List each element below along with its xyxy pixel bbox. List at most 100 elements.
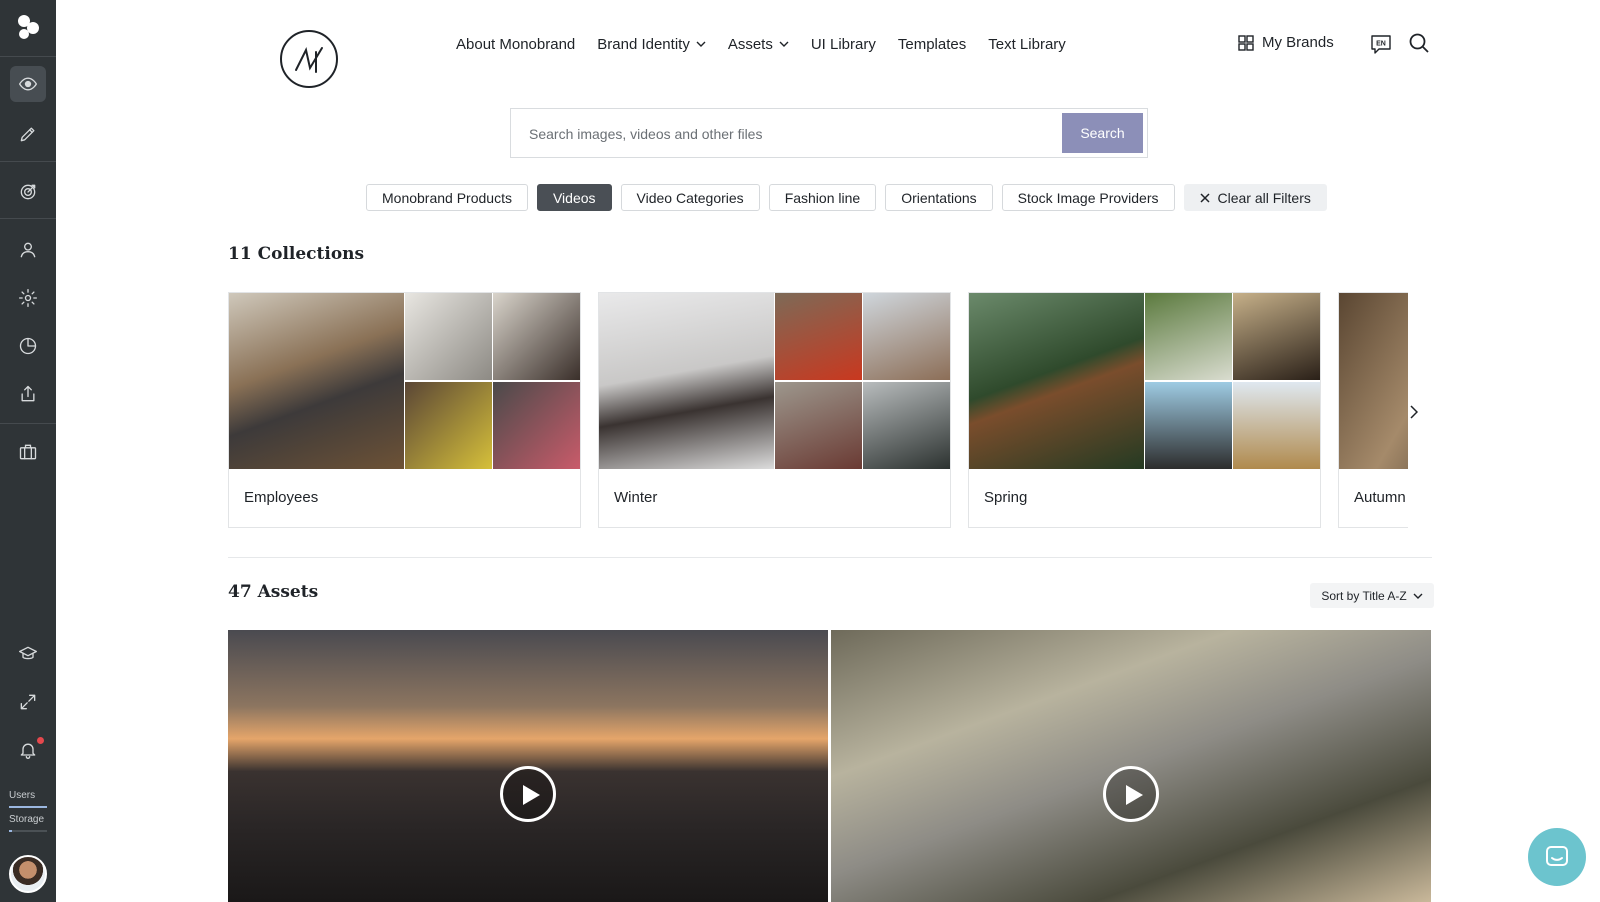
collection-image [969,293,1144,469]
sidebar-item-share[interactable] [10,376,46,412]
my-brands-button[interactable]: My Brands [1238,34,1334,51]
nav-ui-library[interactable]: UI Library [811,34,876,54]
storage-meter-label: Storage [9,814,45,825]
carousel-next-button[interactable] [1406,400,1422,424]
chat-launcher-button[interactable] [1528,828,1586,886]
nav-label: Assets [727,35,773,53]
asset-video-sunset-lake[interactable] [228,630,828,902]
play-icon [523,785,540,805]
collection-card-autumn[interactable]: Autumn [1338,292,1408,528]
sidebar-item-analytics[interactable] [10,328,46,364]
collections-carousel: Employees Winter Spring Autumn [228,292,1408,528]
collection-image [775,293,862,380]
collection-card-employees[interactable]: Employees [228,292,581,528]
language-chat-icon: EN [1371,35,1391,54]
language-code: EN [1376,41,1386,48]
filter-chips: Monobrand Products Videos Video Categori… [366,184,1327,211]
collection-image [1233,382,1320,469]
sidebar-item-edit[interactable] [10,116,46,152]
briefcase-icon [19,444,37,460]
pie-chart-icon [19,337,37,355]
filter-monobrand-products[interactable]: Monobrand Products [366,184,528,211]
users-meter-fill [9,806,47,808]
collection-image [1339,293,1408,469]
expand-icon [20,694,36,710]
close-icon [1199,192,1210,203]
filter-fashion-line[interactable]: Fashion line [768,184,877,211]
nav-label: UI Library [810,35,876,53]
collection-image [775,382,862,469]
chevron-down-icon [1413,593,1423,599]
sidebar-item-view[interactable] [10,66,46,102]
search-icon [1409,33,1429,53]
collection-image [229,293,404,469]
sidebar-divider [0,56,56,57]
sidebar-item-academy[interactable] [10,636,46,672]
grid-icon [1238,34,1254,51]
left-sidebar: Users Storage [0,0,56,902]
bell-icon [20,743,36,759]
users-meter-label: Users [9,790,36,801]
filter-videos[interactable]: Videos [536,184,612,211]
my-brands-label: My Brands [1262,34,1334,51]
nav-assets[interactable]: Assets [728,34,789,54]
collection-thumbnails [599,293,950,469]
storage-meter [9,830,47,832]
filter-video-categories[interactable]: Video Categories [620,184,760,211]
collection-card-spring[interactable]: Spring [968,292,1321,528]
filter-stock-image-providers[interactable]: Stock Image Providers [1001,184,1175,211]
collection-image [863,293,950,380]
search-toggle-button[interactable] [1408,32,1430,54]
eye-icon [19,77,37,91]
sort-label: Sort by Title A-Z [1321,588,1407,603]
collection-thumbnails [229,293,580,469]
asset-video-hillside-town[interactable] [831,630,1431,902]
sidebar-item-goals[interactable] [10,174,46,210]
nav-brand-identity[interactable]: Brand Identity [597,34,706,54]
language-button[interactable]: EN [1370,33,1392,55]
collection-thumbnails [1339,293,1408,469]
play-button[interactable] [500,766,556,822]
search-button[interactable]: Search [1062,113,1143,153]
collection-title: Autumn [1354,489,1406,506]
app-logo-icon[interactable] [14,12,42,40]
collection-title: Employees [244,489,319,506]
collection-card-winter[interactable]: Winter [598,292,951,528]
collection-image [405,293,492,380]
nav-text-library[interactable]: Text Library [988,34,1066,54]
sort-dropdown[interactable]: Sort by Title A-Z [1310,583,1434,608]
play-button[interactable] [1103,766,1159,822]
clear-filters-label: Clear all Filters [1217,189,1311,206]
search-bar: Search [510,108,1148,158]
users-meter [9,806,47,808]
collection-image [1233,293,1320,380]
nav-label: Templates [897,35,967,53]
sidebar-item-users[interactable] [10,232,46,268]
collection-image [1145,293,1232,380]
share-icon [21,385,35,402]
nav-templates[interactable]: Templates [898,34,966,54]
monobrand-logo-icon [295,47,323,73]
collection-title: Winter [614,489,658,506]
chevron-down-icon [696,41,706,47]
nav-label: Text Library [988,35,1066,53]
search-input[interactable] [529,121,1029,147]
pencil-icon [20,127,35,142]
collection-thumbnails [969,293,1320,469]
sidebar-divider [0,161,56,162]
nav-about-monobrand[interactable]: About Monobrand [456,34,575,54]
sidebar-item-briefcase[interactable] [10,434,46,470]
section-divider [228,557,1432,558]
assets-heading: 47 Assets [228,582,319,602]
filter-orientations[interactable]: Orientations [885,184,993,211]
nav-label: About Monobrand [456,35,576,53]
sidebar-item-settings[interactable] [10,280,46,316]
brand-logo[interactable] [280,30,338,88]
user-avatar[interactable] [9,855,47,893]
nav-label: Brand Identity [597,35,690,53]
collection-image [863,382,950,469]
users-icon [20,242,36,258]
sidebar-item-expand[interactable] [10,684,46,720]
clear-filters-button[interactable]: Clear all Filters [1183,184,1327,211]
collection-image [405,382,492,469]
